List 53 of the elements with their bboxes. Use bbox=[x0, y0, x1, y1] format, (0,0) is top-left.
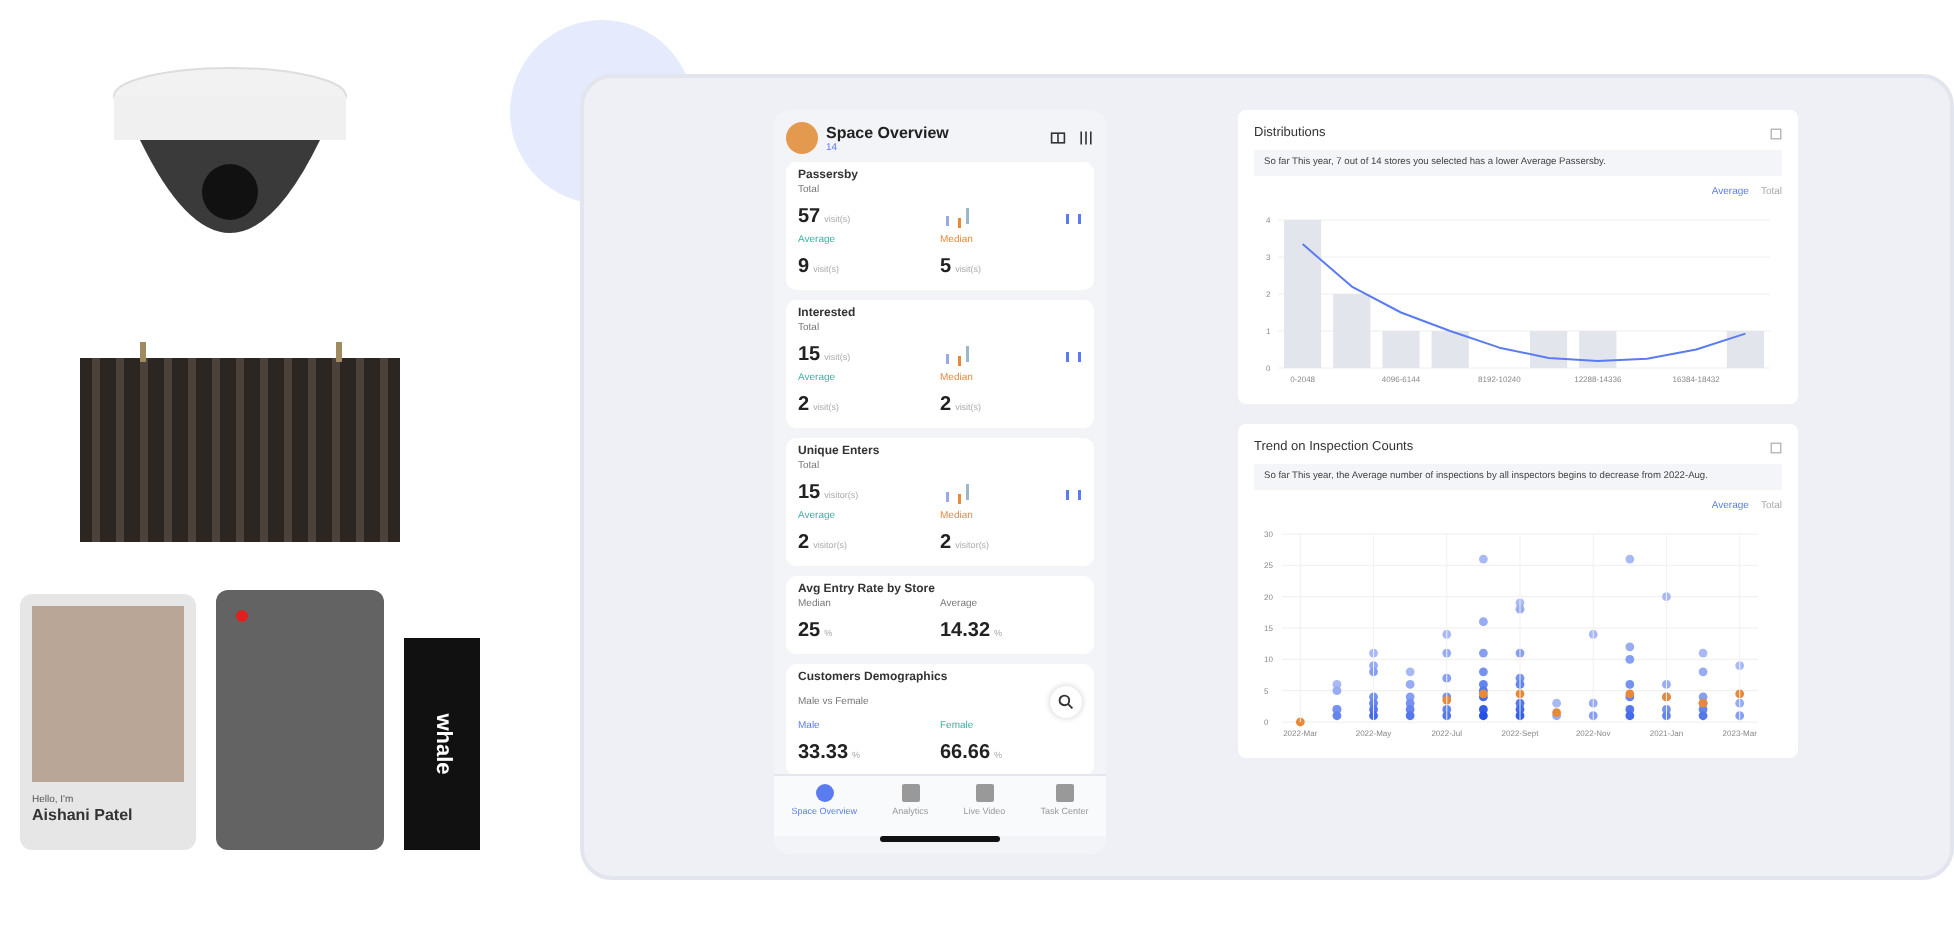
expand-icon bbox=[1770, 441, 1782, 453]
data-point bbox=[1698, 648, 1708, 658]
data-point bbox=[1442, 629, 1452, 639]
data-point bbox=[1662, 680, 1671, 689]
total-value: 15 bbox=[798, 344, 821, 366]
expand-icon bbox=[1770, 127, 1782, 139]
search-icon bbox=[1058, 694, 1074, 710]
average-value: 14.32 bbox=[940, 620, 991, 642]
led-icon bbox=[236, 610, 248, 622]
data-point bbox=[1442, 673, 1452, 683]
app-title: Space Overview bbox=[826, 123, 949, 141]
average-value: 2 bbox=[798, 532, 810, 554]
mini-bar-chart bbox=[942, 204, 1082, 232]
square-icon bbox=[1055, 784, 1074, 802]
average-value: 9 bbox=[798, 256, 810, 278]
data-point bbox=[1515, 648, 1525, 658]
data-point bbox=[1479, 617, 1488, 627]
average-value: 2 bbox=[798, 394, 810, 416]
data-point bbox=[1442, 648, 1452, 658]
usb-label: whale bbox=[430, 713, 454, 775]
data-point bbox=[1662, 592, 1671, 602]
median-value: 2 bbox=[940, 532, 952, 554]
median-value: 2 bbox=[940, 394, 952, 416]
data-point bbox=[1479, 648, 1488, 658]
median-value: 5 bbox=[940, 256, 952, 278]
home-indicator bbox=[880, 836, 1000, 842]
book-icon bbox=[1050, 130, 1066, 146]
store-logo bbox=[786, 122, 818, 154]
data-point bbox=[1295, 717, 1305, 727]
badge-name: Aishani Patel bbox=[32, 806, 135, 824]
data-point bbox=[1735, 661, 1745, 670]
data-point bbox=[1735, 711, 1745, 721]
total-value: 15 bbox=[798, 482, 821, 504]
data-point bbox=[1625, 554, 1635, 564]
data-point bbox=[1405, 667, 1415, 677]
mini-bar-chart bbox=[942, 342, 1082, 370]
data-point bbox=[1588, 698, 1598, 708]
total-value: 57 bbox=[798, 206, 821, 228]
data-point bbox=[1698, 667, 1708, 677]
data-point bbox=[1405, 680, 1415, 689]
search-button[interactable] bbox=[1050, 686, 1082, 718]
male-value: 33.33 bbox=[798, 742, 849, 764]
square-icon bbox=[901, 784, 920, 802]
mini-bar-chart bbox=[942, 480, 1082, 508]
median-value: 25 bbox=[798, 620, 821, 642]
female-value: 66.66 bbox=[940, 742, 991, 764]
data-point bbox=[1588, 711, 1598, 721]
sliders-icon bbox=[1078, 130, 1094, 146]
data-point bbox=[1588, 629, 1598, 639]
data-point bbox=[1479, 554, 1488, 564]
data-point bbox=[1369, 648, 1378, 658]
data-point bbox=[1479, 667, 1488, 677]
square-icon bbox=[975, 784, 994, 802]
